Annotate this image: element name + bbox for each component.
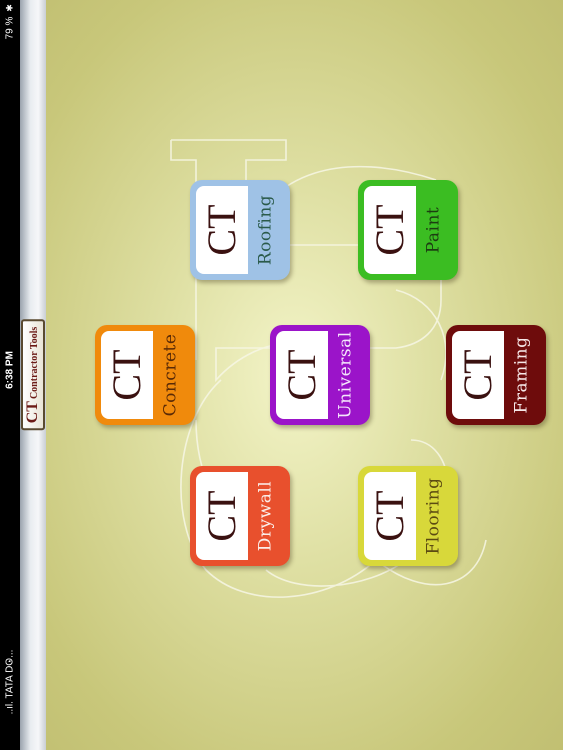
tile-framing-inner: CT Framing bbox=[452, 331, 540, 419]
tile-framing-white-panel: CT bbox=[452, 331, 504, 419]
tile-concrete[interactable]: CT Concrete bbox=[95, 325, 195, 425]
tile-roofing-white-panel: CT bbox=[196, 186, 248, 274]
carrier-name: ..ıl. TATA DO... bbox=[4, 649, 16, 715]
tile-universal[interactable]: CT Universal bbox=[270, 325, 370, 425]
battery-indicator: 79 % bbox=[4, 16, 16, 40]
tile-flooring-color-panel: Flooring bbox=[416, 472, 452, 560]
tile-paint-ct: CT bbox=[367, 204, 412, 256]
tile-paint-color-panel: Paint bbox=[416, 186, 452, 274]
app-title-text: Contractor Tools bbox=[29, 326, 40, 400]
app-nav-bar: CT Contractor Tools bbox=[20, 0, 47, 750]
tile-paint-label: Paint bbox=[423, 206, 444, 254]
status-bar: ✱ 79 % 6:38 PM ◔ ..ıl. TATA DO... bbox=[0, 0, 20, 750]
app-title-badge: CT Contractor Tools bbox=[21, 319, 45, 431]
tile-concrete-color-panel: Concrete bbox=[153, 331, 189, 419]
tile-drywall-label: Drywall bbox=[255, 480, 276, 552]
tile-universal-label: Universal bbox=[335, 331, 356, 419]
bluetooth-icon: ✱ bbox=[4, 4, 15, 12]
tile-universal-inner: CT Universal bbox=[276, 331, 364, 419]
tile-framing-ct: CT bbox=[455, 349, 500, 401]
tile-paint[interactable]: CT Paint bbox=[358, 180, 458, 280]
tile-framing-label: Framing bbox=[511, 336, 532, 414]
tile-universal-ct: CT bbox=[279, 349, 324, 401]
tile-flooring[interactable]: CT Flooring bbox=[358, 466, 458, 566]
tile-roofing-ct: CT bbox=[199, 204, 244, 256]
tile-roofing-color-panel: Roofing bbox=[248, 186, 284, 274]
tile-framing[interactable]: CT Framing bbox=[446, 325, 546, 425]
tile-flooring-ct: CT bbox=[367, 490, 412, 542]
tile-paint-white-panel: CT bbox=[364, 186, 416, 274]
status-time: 6:38 PM bbox=[4, 351, 16, 389]
tile-roofing-label: Roofing bbox=[255, 194, 276, 266]
tile-concrete-white-panel: CT bbox=[101, 331, 153, 419]
tile-universal-white-panel: CT bbox=[276, 331, 328, 419]
tile-drywall[interactable]: CT Drywall bbox=[190, 466, 290, 566]
tile-drywall-inner: CT Drywall bbox=[196, 472, 284, 560]
tile-drywall-white-panel: CT bbox=[196, 472, 248, 560]
tile-roofing-inner: CT Roofing bbox=[196, 186, 284, 274]
app-title-ct: CT bbox=[24, 401, 41, 424]
tile-concrete-inner: CT Concrete bbox=[101, 331, 189, 419]
tile-concrete-ct: CT bbox=[104, 349, 149, 401]
tile-flooring-white-panel: CT bbox=[364, 472, 416, 560]
tile-roofing[interactable]: CT Roofing bbox=[190, 180, 290, 280]
tile-flooring-label: Flooring bbox=[423, 477, 444, 555]
tile-paint-inner: CT Paint bbox=[364, 186, 452, 274]
tile-drywall-color-panel: Drywall bbox=[248, 472, 284, 560]
tile-drywall-ct: CT bbox=[199, 490, 244, 542]
tile-framing-color-panel: Framing bbox=[504, 331, 540, 419]
tile-universal-color-panel: Universal bbox=[328, 331, 364, 419]
tile-concrete-label: Concrete bbox=[160, 333, 181, 417]
tile-flooring-inner: CT Flooring bbox=[364, 472, 452, 560]
